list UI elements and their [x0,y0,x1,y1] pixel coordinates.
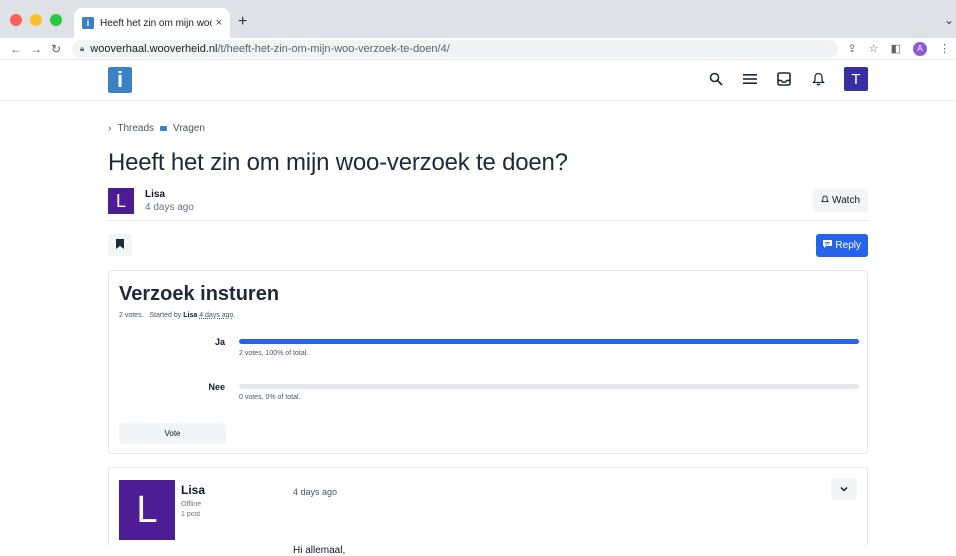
window-controls [10,14,62,26]
post-timestamp: 4 days ago [293,487,338,497]
post-menu-button[interactable] [831,478,857,500]
post-body: Hi allemaal, [293,545,346,556]
post-author-name[interactable]: Lisa [181,483,205,497]
post-author-status: Offline [181,501,202,508]
post-author-post-count: 1 post [181,511,201,518]
poll-option-label: Ja [214,337,225,347]
divider [108,220,868,221]
poll-option-stat: 2 votes, 100% of total. [239,350,309,357]
thread-timestamp: 4 days ago [145,202,194,213]
side-panel-icon[interactable]: ◧ [891,42,901,55]
favicon-icon: i [82,17,94,29]
poll-started-by: Started by [149,312,182,319]
tab-search-icon[interactable]: ⌄ [944,13,954,27]
post-card: L Lisa Offline 1 post 4 days ago Hi alle… [108,467,868,556]
thread-author-row: L Lisa 4 days ago Watch [108,188,868,216]
breadcrumb-threads-link[interactable]: Threads [117,123,154,134]
poll-option-fill [239,339,859,344]
hamburger-menu-icon[interactable] [742,71,758,87]
poll-card: Verzoek insturen 2 votes. Started by Lis… [108,270,868,454]
watch-button[interactable]: Watch [813,189,868,212]
poll-option-label: Nee [208,382,225,392]
poll-option-bar [239,384,859,389]
new-tab-button[interactable]: + [238,13,247,31]
chevron-down-icon [840,484,848,494]
reply-label: Reply [835,240,861,251]
url-path: /t/heeft-het-zin-om-mijn-woo-verzoek-te-… [217,42,450,55]
share-icon[interactable]: ⇪ [848,42,857,55]
poll-option-stat: 0 votes, 0% of total. [239,394,301,401]
breadcrumb: › Threads Vragen [108,123,205,134]
reply-button[interactable]: Reply [816,234,868,257]
poll-author[interactable]: Lisa [183,312,197,319]
author-name[interactable]: Lisa [145,189,165,200]
poll-title: Verzoek insturen [119,283,280,305]
chevron-right-icon: › [108,123,112,134]
page-title: Heeft het zin om mijn woo-verzoek te doe… [108,149,568,176]
url-host: wooverhaal.wooverheid.nl [90,42,218,55]
maximize-window-button[interactable] [50,14,62,26]
reload-icon[interactable]: ↻ [46,42,66,56]
bookmark-star-icon[interactable]: ☆ [869,42,879,55]
lock-icon[interactable]: 🔒︎ [80,44,84,54]
bookmark-button[interactable] [108,234,132,256]
close-window-button[interactable] [10,14,22,26]
browser-toolbar: ← → ↻ 🔒︎ wooverhaal.wooverheid.nl/t/heef… [0,38,956,60]
breadcrumb-category-link[interactable]: Vragen [173,123,205,134]
category-tag-icon [160,126,168,131]
search-icon[interactable] [708,71,724,87]
poll-time: 4 days ago [199,312,234,319]
back-icon[interactable]: ← [6,42,26,56]
browser-tab[interactable]: i Heeft het zin om mijn woo-verz × [74,8,230,38]
tab-title: Heeft het zin om mijn woo-verz [100,17,212,29]
poll-vote-count: 2 votes. [119,312,144,319]
vote-button[interactable]: Vote [119,423,226,444]
user-menu-avatar[interactable]: T [844,67,868,91]
close-tab-icon[interactable]: × [216,17,222,29]
bell-icon [821,195,829,207]
watch-label: Watch [832,195,860,206]
bookmark-icon [116,236,124,254]
notifications-bell-icon[interactable] [810,71,826,87]
profile-avatar[interactable]: A [913,41,927,56]
browser-tab-bar: i Heeft het zin om mijn woo-verz × + ⌄ [0,0,956,38]
site-logo[interactable]: i [108,67,132,93]
post-author-avatar[interactable]: L [119,480,175,540]
inbox-icon[interactable] [776,71,792,87]
site-header: i T [0,60,956,101]
reply-icon [823,240,833,251]
minimize-window-button[interactable] [30,14,42,26]
address-bar[interactable]: 🔒︎ wooverhaal.wooverheid.nl/t/heeft-het-… [72,39,838,58]
poll-meta: 2 votes. Started by Lisa 4 days ago. [119,312,236,319]
menu-dots-icon[interactable]: ⋮ [939,42,950,55]
author-avatar[interactable]: L [108,188,134,214]
forward-icon[interactable]: → [26,42,46,56]
poll-option-bar [239,339,859,344]
